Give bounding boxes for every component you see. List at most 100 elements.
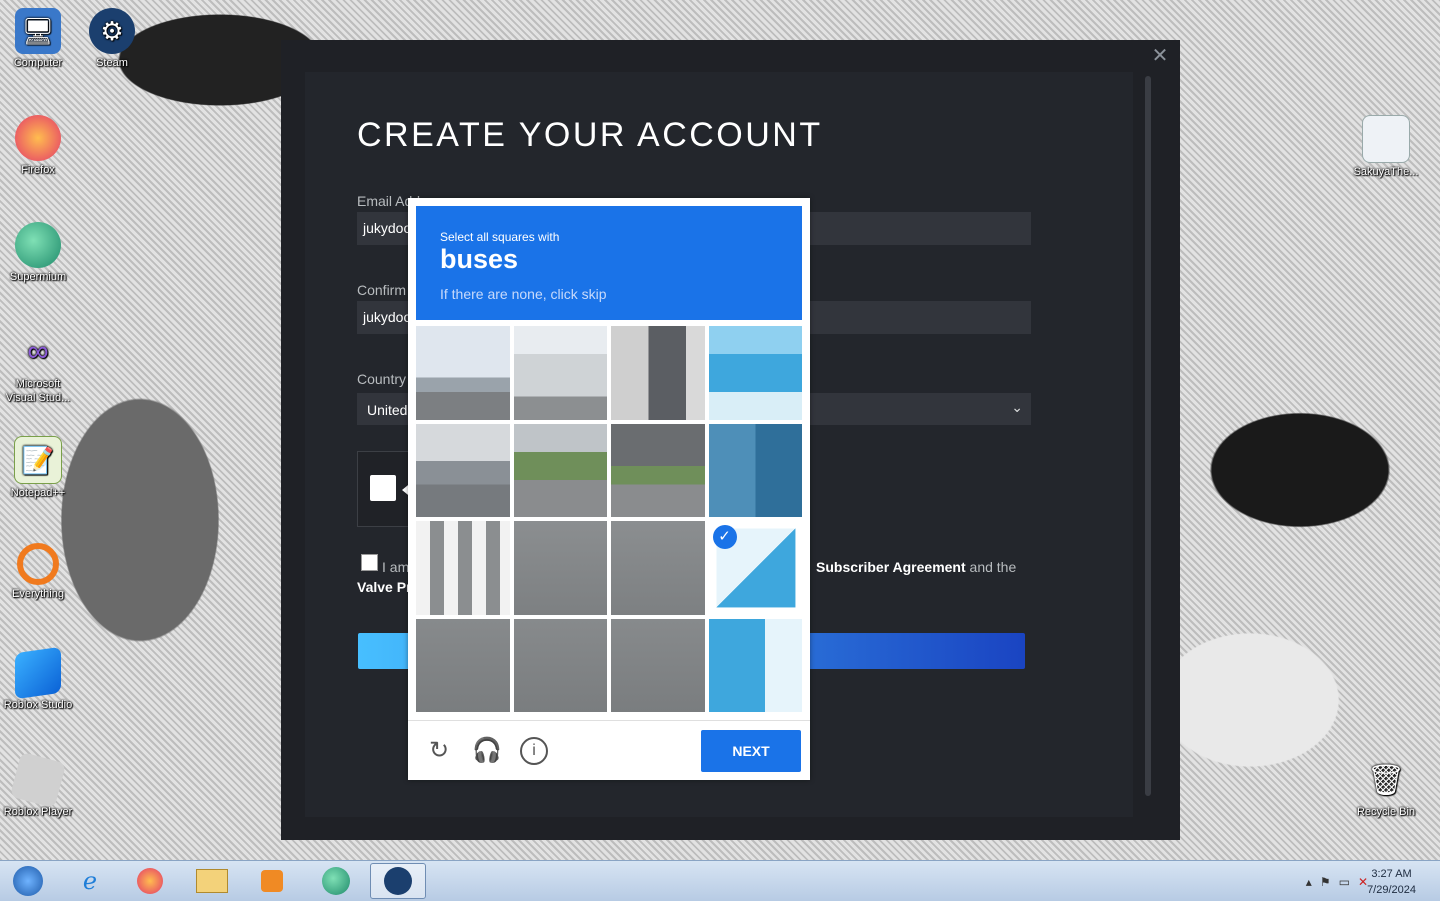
close-icon[interactable]: ✕ (1148, 44, 1172, 68)
refresh-icon[interactable]: ↻ (424, 736, 454, 766)
info-icon[interactable]: i (520, 737, 548, 765)
recycle-bin-icon: 🗑 (1366, 763, 1406, 797)
supermium-icon (322, 867, 350, 895)
steam-icon: ⚙ (89, 8, 135, 54)
desktop-icon-roblox-studio[interactable]: Roblox Studio (0, 646, 76, 712)
captcha-target-object: buses (440, 244, 519, 274)
subscriber-agreement-link[interactable]: Subscriber Agreement (816, 559, 966, 575)
captcha-tile[interactable] (611, 326, 705, 420)
captcha-tile[interactable] (611, 521, 705, 615)
tray-expand-icon[interactable]: ▴ (1306, 875, 1320, 889)
captcha-tile-image (513, 618, 607, 712)
captcha-tile-image (611, 618, 705, 712)
captcha-footer: ↻ 🎧 i NEXT (408, 720, 810, 781)
desktop-icon-notepad-plus[interactable]: 📝 Notepad++ (0, 436, 76, 500)
captcha-tile[interactable] (513, 326, 607, 420)
valve-privacy-text[interactable]: Valve Pr (357, 579, 412, 595)
captcha-tile[interactable] (513, 423, 607, 517)
captcha-tile[interactable] (611, 423, 705, 517)
visual-studio-icon: ∞ (27, 335, 49, 368)
recaptcha-checkbox[interactable] (370, 475, 396, 501)
captcha-tile[interactable] (416, 618, 510, 712)
captcha-tile-image (416, 618, 510, 712)
captcha-tile[interactable] (708, 423, 802, 517)
media-player-icon (261, 870, 283, 892)
taskbar-firefox[interactable] (122, 863, 178, 899)
country-label: Country (357, 371, 407, 387)
desktop-icon-computer[interactable]: 🖥 Computer (0, 8, 76, 70)
start-button[interactable] (0, 863, 56, 899)
captcha-tile[interactable] (708, 326, 802, 420)
system-tray[interactable]: ▴⚑▭✕ (1306, 875, 1376, 889)
captcha-tile[interactable] (611, 618, 705, 712)
taskbar-supermium[interactable] (308, 863, 364, 899)
tile-selected-check-icon: ✓ (712, 525, 737, 549)
clock-time: 3:27 AM (1371, 868, 1412, 880)
agree-checkbox[interactable] (361, 554, 378, 571)
agree-text: I am (382, 559, 410, 575)
roblox-studio-icon (15, 646, 61, 700)
email-value: jukydoo (363, 220, 412, 236)
next-button[interactable]: NEXT (701, 730, 801, 772)
taskbar: ℯ ▴⚑▭✕ 3:27 AM 7/29/2024 (0, 860, 1440, 901)
agreement-and-the: and the (965, 559, 1017, 575)
desktop-icon-everything[interactable]: Everything (0, 543, 76, 601)
taskbar-media-player[interactable] (244, 863, 300, 899)
computer-icon: 🖥 (15, 8, 61, 54)
captcha-tile-image (611, 423, 705, 517)
captcha-instruction: Select all squares with (440, 230, 560, 244)
country-value: United (367, 402, 408, 418)
steam-icon (384, 867, 412, 895)
taskbar-steam[interactable] (370, 863, 426, 899)
captcha-tile[interactable] (708, 618, 802, 712)
captcha-tile-image (708, 423, 802, 517)
captcha-tile-image (611, 326, 705, 420)
captcha-tile-image (611, 521, 705, 615)
captcha-tile[interactable]: ✓ (709, 521, 803, 615)
captcha-tile[interactable] (416, 423, 510, 517)
action-center-flag-icon[interactable]: ⚑ (1320, 875, 1339, 889)
captcha-tile-image (416, 423, 510, 517)
supermium-icon (15, 222, 61, 268)
desktop-icon-supermium[interactable]: Supermium (0, 222, 76, 284)
captcha-tile-image (416, 326, 510, 420)
taskbar-file-explorer[interactable] (184, 863, 240, 899)
captcha-tile-image (513, 521, 607, 615)
captcha-tile-image (513, 326, 607, 420)
image-file-icon (1362, 115, 1410, 163)
captcha-tile[interactable] (416, 326, 510, 420)
desktop-icon-firefox[interactable]: Firefox (0, 115, 76, 177)
notepad-plus-icon: 📝 (14, 436, 62, 484)
taskbar-clock[interactable]: 3:27 AM 7/29/2024 (1367, 866, 1416, 898)
desktop-icon-roblox-player[interactable]: Roblox Player (0, 751, 76, 819)
captcha-tile-image (416, 521, 510, 615)
captcha-header: Select all squares with buses If there a… (416, 206, 802, 320)
everything-icon (17, 543, 59, 585)
captcha-tile-image (708, 326, 802, 420)
firefox-icon (15, 115, 61, 161)
page-title: CREATE YOUR ACCOUNT (357, 116, 823, 154)
desktop-icon-recycle-bin[interactable]: 🗑 Recycle Bin (1348, 757, 1424, 819)
windows-logo-icon (13, 866, 43, 896)
scrollbar[interactable] (1145, 76, 1151, 796)
captcha-image-grid: ✓ (416, 326, 802, 712)
network-icon[interactable]: ▭ (1339, 875, 1358, 889)
chevron-down-icon: ⌄ (1011, 399, 1023, 415)
captcha-challenge-popup: Select all squares with buses If there a… (408, 198, 810, 780)
captcha-hint: If there are none, click skip (440, 286, 607, 302)
captcha-tile[interactable] (513, 521, 607, 615)
clock-date: 7/29/2024 (1367, 884, 1416, 896)
taskbar-internet-explorer[interactable]: ℯ (62, 863, 118, 899)
internet-explorer-icon: ℯ (82, 867, 98, 895)
audio-icon[interactable]: 🎧 (472, 736, 502, 766)
roblox-player-icon (9, 751, 67, 809)
captcha-tile[interactable] (416, 521, 510, 615)
confirm-email-label: Confirm (357, 282, 407, 298)
desktop-icon-sakuya[interactable]: SakuyaThe... (1348, 115, 1424, 179)
captcha-tile-image (513, 423, 607, 517)
desktop-icon-visual-studio[interactable]: ∞ Microsoft Visual Stud... (0, 329, 76, 405)
captcha-tile[interactable] (513, 618, 607, 712)
desktop-icon-steam[interactable]: ⚙ Steam (74, 8, 150, 70)
confirm-email-value: jukydoo (363, 309, 412, 325)
subscriber-agreement-text: Subscriber Agreement and the (816, 559, 1016, 575)
